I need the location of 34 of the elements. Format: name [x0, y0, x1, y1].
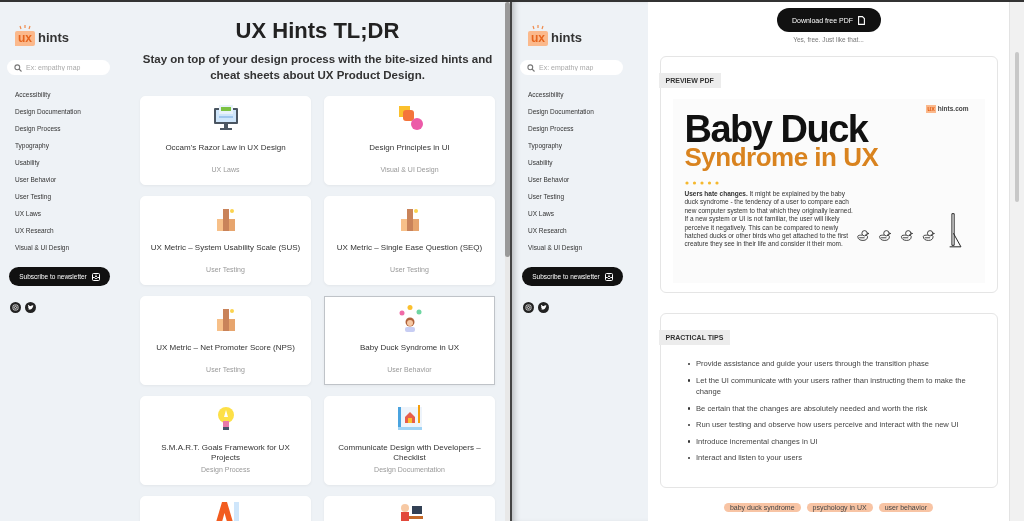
monitor-icon	[212, 105, 239, 132]
card-title: Design Principles in UI	[369, 143, 450, 154]
page-subtitle: Stay on top of your design process with the bite-sized hints and cheat sheets about UX Product Design.	[141, 52, 494, 83]
sparkle-icon	[530, 25, 546, 30]
document-icon	[858, 15, 866, 25]
sparkle-icon	[17, 25, 33, 30]
card-title: Occam's Razor Law in UX Design	[165, 143, 286, 154]
bullet-icon	[687, 407, 690, 410]
card-title: Baby Duck Syndrome in UX	[359, 343, 460, 354]
blueprint-house-icon	[396, 405, 423, 432]
card-title: S.M.A.R.T. Goals Framework for UX Projects	[160, 443, 291, 463]
bullet-icon	[687, 440, 690, 443]
card-title: UX Metric – System Usability Scale (SUS)	[150, 243, 301, 254]
logo-badge: ux	[528, 31, 548, 46]
scrollbar[interactable]	[1009, 2, 1024, 521]
card-title: Communicate Design with Developers – Checklist	[337, 443, 482, 463]
scrollbar-thumb[interactable]	[505, 2, 510, 257]
bird-icon	[25, 302, 36, 313]
logo-text: hints	[551, 30, 583, 46]
inbox-icon	[91, 272, 100, 281]
card-title: UX Metric – Single Ease Question (SEQ)	[336, 243, 483, 254]
search-icon	[527, 63, 535, 72]
bird-icon	[538, 302, 549, 313]
shapes-icon	[396, 105, 423, 132]
scrollbar[interactable]	[505, 2, 510, 521]
page-title: UX Hints TL;DR	[235, 19, 400, 43]
inbox-icon	[604, 272, 613, 281]
logo-text: hints	[38, 30, 70, 46]
card-title: UX Metric – Net Promoter Score (NPS)	[156, 343, 295, 354]
dots-icon	[684, 181, 719, 185]
logo-badge: ux	[15, 31, 35, 46]
scrollbar-thumb[interactable]	[1015, 52, 1019, 202]
bullet-icon	[687, 379, 690, 382]
search-icon	[14, 63, 22, 72]
